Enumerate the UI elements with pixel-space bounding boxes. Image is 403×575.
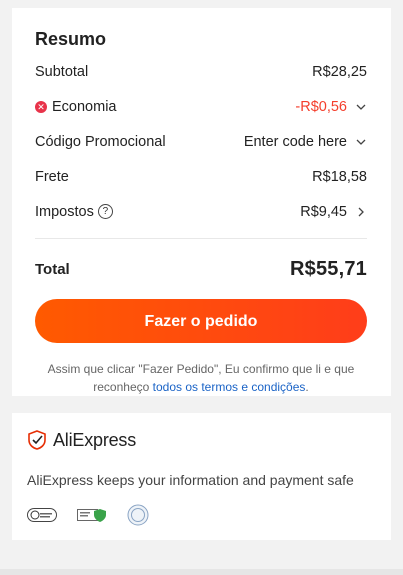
secure-shield-badge-icon (77, 507, 107, 523)
total-value: R$55,71 (289, 257, 367, 280)
shield-icon (28, 430, 46, 450)
security-message: AliExpress keeps your information and pa… (27, 472, 354, 488)
promo-code-row[interactable]: Código Promocional Enter code here (35, 124, 367, 159)
certification-seal-icon (127, 504, 149, 526)
subtotal-row: Subtotal R$28,25 (35, 54, 367, 89)
shipping-value: R$18,58 (312, 168, 367, 185)
page-bottom-divider (0, 569, 403, 575)
help-icon[interactable]: ? (97, 204, 113, 219)
promo-code-label: Código Promocional (35, 133, 166, 150)
badges (27, 504, 376, 526)
brand-row: AliExpress (27, 429, 376, 451)
taxes-value: R$9,45 (300, 203, 347, 220)
savings-value: -R$0,56 (295, 98, 347, 115)
privacy-badge-icon (27, 508, 57, 522)
shipping-label: Frete (35, 168, 69, 185)
shipping-row: Frete R$18,58 (35, 159, 367, 194)
total-label: Total (35, 260, 70, 278)
total-row: Total R$55,71 (35, 239, 367, 299)
subtotal-value: R$28,25 (312, 63, 367, 80)
chevron-down-icon[interactable] (355, 101, 367, 113)
chevron-right-icon[interactable] (355, 206, 367, 218)
place-order-button[interactable]: Fazer o pedido (35, 299, 367, 343)
taxes-row[interactable]: Impostos ? R$9,45 (35, 194, 367, 229)
chevron-down-icon[interactable] (355, 136, 367, 148)
consent-text: Assim que clicar "Fazer Pedido", Eu conf… (35, 360, 367, 396)
brand-name: AliExpress (53, 429, 137, 450)
taxes-label: Impostos (35, 203, 94, 220)
promo-code-input[interactable]: Enter code here (244, 134, 347, 150)
consent-suffix: . (305, 380, 309, 394)
coupon-icon: ✕ (35, 100, 47, 113)
summary-title: Resumo (35, 29, 107, 49)
terms-link[interactable]: todos os termos e condições (153, 380, 306, 394)
subtotal-label: Subtotal (35, 63, 89, 80)
savings-row[interactable]: ✕ Economia -R$0,56 (35, 89, 367, 124)
security-card: AliExpress AliExpress keeps your informa… (12, 413, 391, 540)
savings-label: Economia (52, 98, 117, 115)
order-summary-card: Resumo Subtotal R$28,25 ✕ Economia -R$0,… (12, 8, 391, 396)
